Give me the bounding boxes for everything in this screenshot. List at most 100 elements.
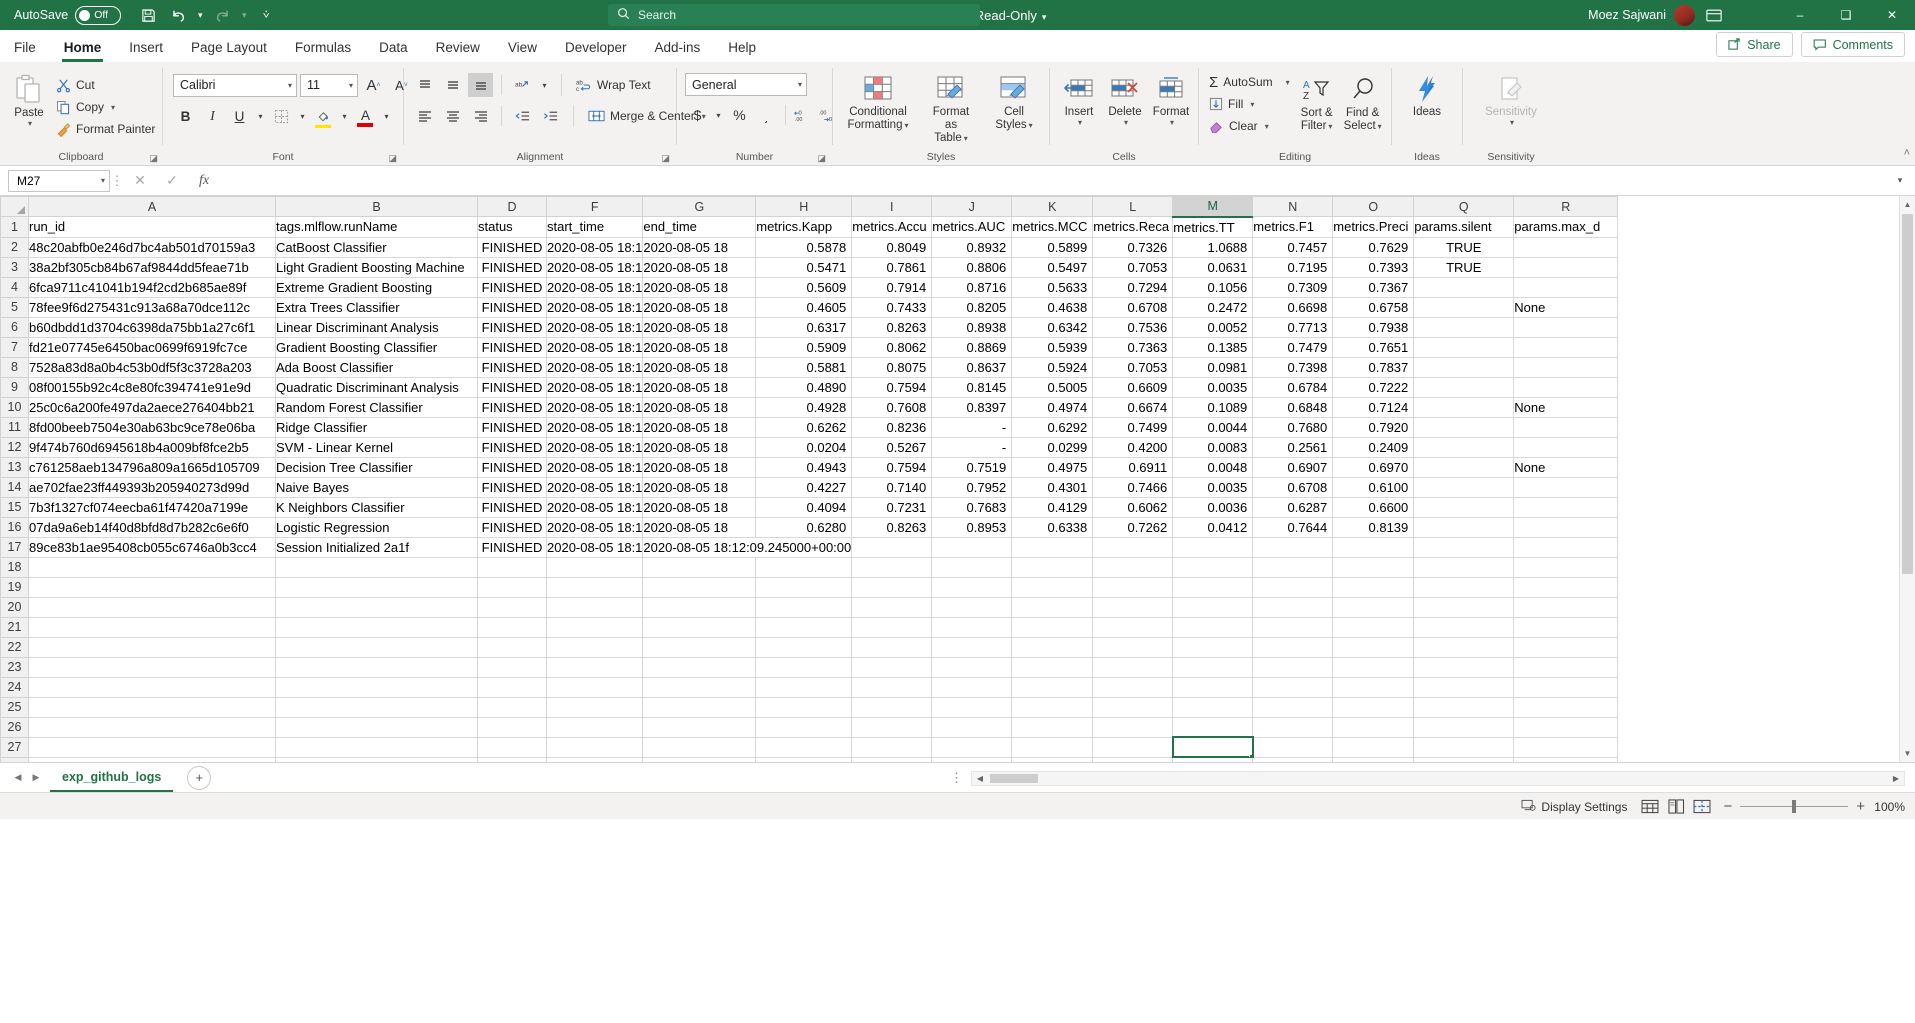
find-select-dropdown-icon[interactable]: ▾ [1378, 122, 1382, 131]
sort-filter-button[interactable]: AZ Sort & Filter▾ [1294, 71, 1340, 135]
table-cell[interactable]: 0.6287 [1253, 497, 1333, 517]
table-cell-empty[interactable] [1414, 317, 1514, 337]
font-color-dropdown-icon[interactable]: ▾ [380, 104, 393, 128]
table-cell-empty[interactable] [756, 697, 852, 717]
table-cell-empty[interactable] [1414, 577, 1514, 597]
table-cell-empty[interactable] [1414, 717, 1514, 737]
row-header-15[interactable]: 15 [1, 497, 29, 517]
table-cell-empty[interactable] [276, 617, 478, 637]
table-cell-empty[interactable] [1253, 677, 1333, 697]
table-cell[interactable]: FINISHED [478, 277, 547, 297]
table-cell[interactable]: 0.5899 [1012, 237, 1093, 257]
table-cell[interactable]: 0.8869 [932, 337, 1012, 357]
row-header-12[interactable]: 12 [1, 437, 29, 457]
table-cell-empty[interactable] [1414, 737, 1514, 757]
table-cell-empty[interactable] [1333, 717, 1414, 737]
table-cell-empty[interactable] [29, 697, 276, 717]
column-header-r[interactable]: R [1514, 197, 1618, 217]
table-cell-empty[interactable] [1514, 697, 1618, 717]
table-row[interactable]: 1025c0c6a200fe497da2aece276404bb21Random… [1, 397, 1618, 417]
table-cell-empty[interactable] [547, 657, 643, 677]
insert-function-icon[interactable]: fx [188, 168, 220, 194]
table-cell-empty[interactable] [29, 657, 276, 677]
table-cell-empty[interactable] [1093, 617, 1173, 637]
column-header-b[interactable]: B [276, 197, 478, 217]
table-cell[interactable]: 0.7222 [1333, 377, 1414, 397]
table-cell[interactable]: 0.7466 [1093, 477, 1173, 497]
percent-button[interactable]: % [727, 103, 752, 127]
table-cell-empty[interactable] [547, 597, 643, 617]
table-cell[interactable]: 0.1089 [1173, 397, 1253, 417]
table-row[interactable]: 46fca9711c41041b194f2cd2b685ae89fExtreme… [1, 277, 1618, 297]
zoom-slider[interactable]: − + [1715, 798, 1873, 815]
table-cell-empty[interactable] [756, 617, 852, 637]
table-cell-empty[interactable] [478, 717, 547, 737]
table-cell-empty[interactable] [852, 677, 932, 697]
table-cell-empty[interactable] [643, 637, 756, 657]
table-cell[interactable]: 2020-08-05 18 [643, 317, 756, 337]
table-cell-empty[interactable] [1253, 637, 1333, 657]
table-cell[interactable]: 0.7629 [1333, 237, 1414, 257]
table-cell[interactable]: 2020-08-05 18:1 [547, 277, 643, 297]
name-box[interactable]: M27 ▾ [8, 170, 110, 192]
row-header-8[interactable]: 8 [1, 357, 29, 377]
table-cell[interactable]: - [932, 417, 1012, 437]
table-cell-empty[interactable] [1173, 557, 1253, 577]
table-cell[interactable]: Linear Discriminant Analysis [276, 317, 478, 337]
table-cell[interactable]: 0.7363 [1093, 337, 1173, 357]
row-header-25[interactable]: 25 [1, 697, 29, 717]
table-cell[interactable]: 2020-08-05 18:1 [547, 537, 643, 557]
table-cell[interactable]: 0.0035 [1173, 377, 1253, 397]
number-format-combo[interactable]: General▾ [685, 73, 807, 96]
sheet-tab-exp-github-logs[interactable]: exp_github_logs [50, 764, 173, 792]
table-cell[interactable]: 0.7519 [932, 457, 1012, 477]
table-cell[interactable]: 0.7124 [1333, 397, 1414, 417]
table-row[interactable]: 908f00155b92c4c8e80fc394741e91e9dQuadrat… [1, 377, 1618, 397]
table-cell-empty[interactable] [1414, 517, 1514, 537]
table-cell[interactable]: 0.6600 [1333, 497, 1414, 517]
table-cell-empty[interactable] [852, 597, 932, 617]
table-cell[interactable]: 0.7594 [852, 457, 932, 477]
table-cell[interactable]: 0.7938 [1333, 317, 1414, 337]
table-cell[interactable]: 0.5881 [756, 357, 852, 377]
table-cell[interactable]: 0.7920 [1333, 417, 1414, 437]
table-cell-empty[interactable] [1514, 497, 1618, 517]
table-cell[interactable]: Ada Boost Classifier [276, 357, 478, 377]
column-header-d[interactable]: D [478, 197, 547, 217]
table-cell[interactable]: 0.1056 [1173, 277, 1253, 297]
table-cell-empty[interactable] [1012, 537, 1093, 557]
table-cell[interactable]: 0.7680 [1253, 417, 1333, 437]
table-cell[interactable]: 0.6708 [1253, 477, 1333, 497]
paste-dropdown-icon[interactable]: ▾ [28, 120, 32, 129]
table-cell-empty[interactable] [1514, 737, 1618, 757]
header-cell[interactable]: params.max_d [1514, 217, 1618, 238]
table-cell-empty[interactable] [1333, 617, 1414, 637]
header-cell[interactable]: metrics.Reca [1093, 217, 1173, 238]
table-cell[interactable]: 0.8397 [932, 397, 1012, 417]
table-cell[interactable]: 0.8637 [932, 357, 1012, 377]
table-cell[interactable]: 0.6262 [756, 417, 852, 437]
sensitivity-dropdown-icon[interactable]: ▾ [1510, 119, 1514, 128]
table-row[interactable]: 18 [1, 557, 1618, 577]
table-cell-empty[interactable] [852, 637, 932, 657]
table-cell-empty[interactable] [1253, 597, 1333, 617]
zoom-out-button[interactable]: − [1723, 798, 1732, 815]
table-cell[interactable]: 0.6292 [1012, 417, 1093, 437]
table-row[interactable]: 26 [1, 717, 1618, 737]
table-cell-empty[interactable] [1253, 577, 1333, 597]
table-row[interactable]: 7fd21e07745e6450bac0699f6919fc7ceGradien… [1, 337, 1618, 357]
table-row[interactable]: 118fd00beeb7504e30ab63bc9ce78e06baRidge … [1, 417, 1618, 437]
column-header-i[interactable]: I [852, 197, 932, 217]
conditional-formatting-button[interactable]: Conditional Formatting▾ [842, 70, 914, 134]
table-cell-empty[interactable] [1012, 637, 1093, 657]
table-cell[interactable]: Random Forest Classifier [276, 397, 478, 417]
name-box-dropdown-icon[interactable]: ▾ [101, 176, 105, 185]
table-cell-empty[interactable] [547, 717, 643, 737]
table-cell[interactable]: 2020-08-05 18 [643, 257, 756, 277]
table-cell-empty[interactable] [29, 737, 276, 757]
table-cell-empty[interactable] [1414, 477, 1514, 497]
table-cell-empty[interactable] [1012, 717, 1093, 737]
table-cell[interactable]: 2020-08-05 18 [643, 357, 756, 377]
table-cell-empty[interactable] [478, 597, 547, 617]
table-cell[interactable]: 9f474b760d6945618b4a009bf8fce2b5 [29, 437, 276, 457]
